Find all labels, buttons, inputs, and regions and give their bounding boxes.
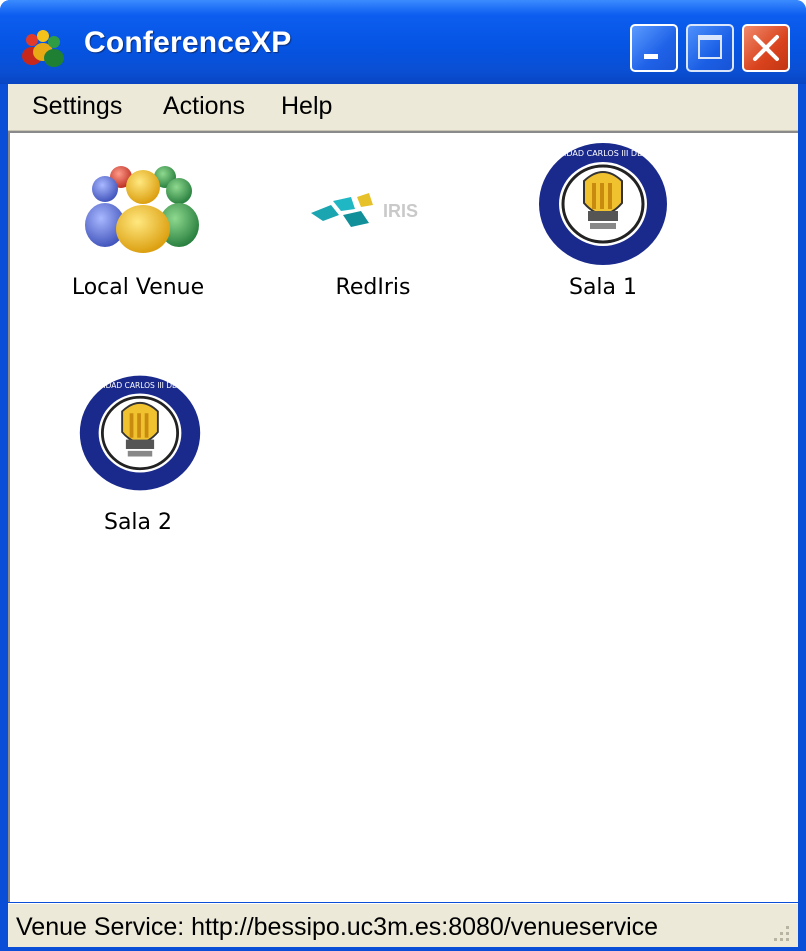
window-frame-bottom: [0, 947, 806, 951]
venue-sala-2[interactable]: UNIVERSIDAD CARLOS III DE MADRID Sala 2: [43, 370, 233, 544]
venue-label: Local Venue: [71, 275, 205, 300]
status-text: Venue Service: http://bessipo.uc3m.es:80…: [16, 913, 659, 941]
app-window: ConferenceXP Settings Actions Help Local…: [0, 0, 806, 951]
venue-rediris[interactable]: IRIS RedIris: [278, 155, 468, 315]
status-bar: Venue Service: http://bessipo.uc3m.es:80…: [8, 903, 798, 948]
menu-bar: Settings Actions Help: [8, 84, 798, 131]
people-group-icon: [85, 166, 199, 253]
close-button[interactable]: [742, 24, 790, 72]
maximize-button[interactable]: [686, 24, 734, 72]
uc3m-seal-icon: UNIVERSIDAD CARLOS III DE MADRID: [77, 375, 203, 491]
title-bar[interactable]: ConferenceXP: [0, 0, 806, 84]
conferencexp-app-icon[interactable]: [20, 26, 66, 68]
venue-local-venue[interactable]: Local Venue: [43, 155, 233, 315]
seal-text: UNIVERSIDAD CARLOS III DE MADRID: [536, 149, 670, 158]
minimize-button[interactable]: [630, 24, 678, 72]
venue-label: RedIris: [335, 275, 411, 300]
seal-text: UNIVERSIDAD CARLOS III DE MADRID: [77, 381, 203, 390]
menu-settings[interactable]: Settings: [32, 92, 122, 121]
venue-label: Sala 2: [103, 510, 173, 535]
venue-list: Local Venue IRIS RedIris UNIVERSIDAD CAR…: [8, 131, 798, 902]
venue-sala-1[interactable]: UNIVERSIDAD CARLOS III DE MADRID Sala 1: [508, 141, 698, 315]
window-title: ConferenceXP: [84, 26, 292, 59]
minimize-icon: [644, 54, 658, 59]
rediris-logo-icon: IRIS: [311, 193, 418, 227]
rediris-logo-text: IRIS: [383, 201, 418, 221]
close-icon: [753, 35, 779, 61]
resize-grip-icon[interactable]: [770, 922, 792, 944]
maximize-icon: [698, 35, 722, 59]
uc3m-seal-icon: UNIVERSIDAD CARLOS III DE MADRID: [536, 143, 670, 265]
venue-label: Sala 1: [568, 275, 638, 300]
menu-actions[interactable]: Actions: [163, 92, 245, 121]
menu-help[interactable]: Help: [281, 92, 332, 121]
